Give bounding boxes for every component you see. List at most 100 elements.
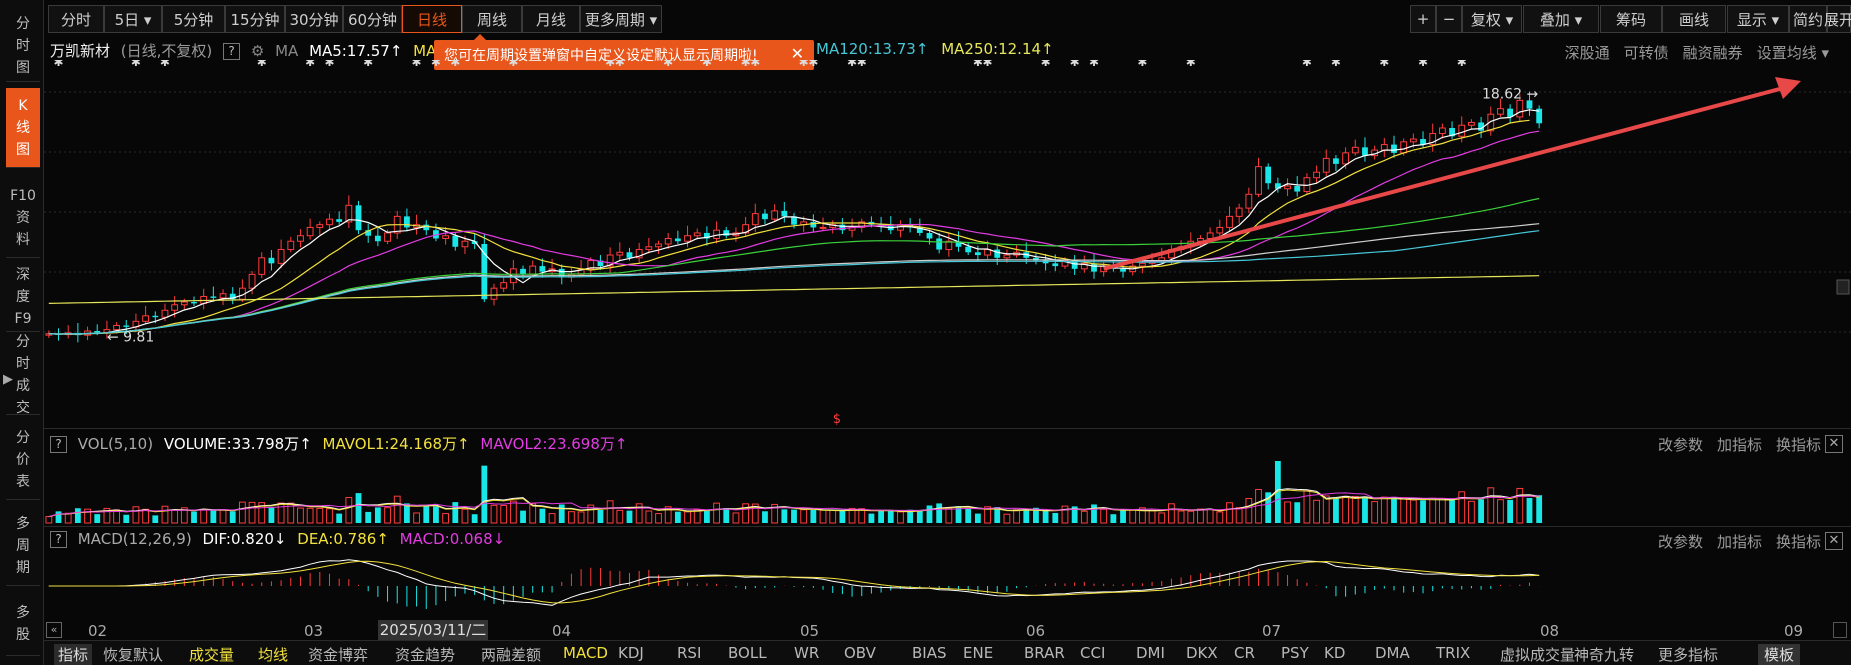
help-icon[interactable]: ?	[50, 531, 67, 548]
help-icon[interactable]: ?	[50, 436, 67, 453]
gear-icon[interactable]: ⚙	[251, 42, 264, 60]
indicator-tab[interactable]: 成交量	[189, 644, 234, 665]
period-button[interactable]: 15分钟	[225, 5, 285, 33]
indicator-tab[interactable]: BOLL	[728, 644, 767, 662]
indicator-tab[interactable]: 模板	[1758, 644, 1801, 665]
indicator-tab[interactable]: KDJ	[618, 644, 644, 662]
indicator-tab[interactable]: OBV	[844, 644, 876, 662]
indicator-tab[interactable]: 两融差额	[481, 644, 541, 665]
close-icon[interactable]: ✕	[1825, 435, 1843, 453]
price-chart[interactable]: ← 9.8118.62 →$✱ ✱ ✱ ✱ ✱ ✱ ✱ ✱ ✱ ✱ ✱ ✱ ✱ ✱ ✱ ✱ ✱ ✱ ✱ ✱ ✱ ✱ ✱ ✱ ✱ ✱…	[44, 60, 1851, 430]
volume-bar	[500, 504, 508, 524]
volume-bar	[238, 501, 246, 524]
left-nav-item[interactable]: 多周期	[6, 506, 40, 586]
period-button[interactable]: 月线	[522, 5, 580, 33]
volume-bar	[945, 507, 953, 524]
help-icon[interactable]: ?	[223, 43, 241, 60]
indicator-tab[interactable]: DKX	[1186, 644, 1218, 662]
left-nav-item[interactable]: 深度 F9	[6, 262, 40, 332]
volume-bar	[490, 504, 498, 524]
tool-button[interactable]: 叠加 ▾	[1523, 5, 1599, 33]
volume-bar	[791, 509, 797, 523]
edit-params-link[interactable]: 改参数	[1658, 533, 1703, 551]
left-nav-item[interactable]: F10 资料	[6, 178, 40, 258]
x-axis-label: 02	[88, 622, 108, 640]
dea-value: DEA:0.786	[297, 530, 377, 548]
left-nav: 分时图 K 线图 F10 资料深度 F9 分时成交分价表多周期多股	[0, 0, 44, 665]
indicator-tab[interactable]: WR	[794, 644, 819, 662]
collapse-arrow-icon[interactable]: ▶	[3, 372, 13, 387]
indicator-tab[interactable]: 资金趋势	[395, 644, 455, 665]
event-marker: $	[833, 412, 841, 427]
candle-body	[123, 325, 130, 327]
volume-bar	[1052, 512, 1059, 523]
event-star-icon: ✱	[1041, 60, 1051, 69]
tool-button[interactable]: 简约	[1789, 5, 1827, 33]
tool-button[interactable]: 显示 ▾	[1727, 5, 1789, 33]
event-star-icon: ✱	[1418, 60, 1428, 69]
candle-body	[1497, 108, 1504, 115]
left-nav-item[interactable]: 多股	[6, 592, 40, 656]
candle-body	[306, 226, 314, 237]
switch-indicator-link[interactable]: 换指标	[1776, 436, 1821, 454]
indicator-tab[interactable]: CR	[1234, 644, 1255, 662]
event-star-icon: ✱	[750, 60, 760, 69]
tool-button[interactable]: +	[1410, 5, 1436, 33]
period-button[interactable]: 更多周期 ▾	[580, 5, 662, 33]
volume-bar	[1110, 514, 1117, 523]
edit-params-link[interactable]: 改参数	[1658, 436, 1703, 454]
candle-body	[180, 301, 188, 306]
indicator-tab[interactable]: 神奇九转	[1574, 644, 1634, 665]
indicator-tab[interactable]: 虚拟成交量	[1500, 644, 1575, 665]
volume-bar	[577, 511, 585, 524]
left-nav-item[interactable]: 分时图	[6, 10, 40, 82]
tool-button[interactable]: 画线	[1662, 5, 1726, 33]
indicator-tab[interactable]: 资金博弈	[308, 644, 368, 665]
indicator-tab[interactable]: DMA	[1375, 644, 1410, 662]
indicator-tab[interactable]: 均线	[258, 644, 288, 665]
tool-button[interactable]: 筹码	[1600, 5, 1662, 33]
volume-bar	[645, 510, 653, 524]
indicator-tab[interactable]: 指标	[54, 644, 93, 665]
period-button[interactable]: 30分钟	[285, 5, 343, 33]
switch-indicator-link[interactable]: 换指标	[1776, 533, 1821, 551]
indicator-tab[interactable]: PSY	[1281, 644, 1309, 662]
volume-bar	[1536, 495, 1543, 523]
left-nav-item[interactable]: K线图	[6, 88, 40, 168]
volume-bar	[1023, 509, 1030, 523]
period-button[interactable]: 分时	[48, 5, 104, 33]
indicator-tab[interactable]: RSI	[677, 644, 701, 662]
period-button[interactable]: 60分钟	[343, 5, 402, 33]
indicator-tab[interactable]: BRAR	[1024, 644, 1065, 662]
left-nav-item[interactable]: 分价表	[6, 420, 40, 500]
indicator-tab[interactable]: MACD	[563, 644, 608, 662]
tool-button[interactable]: 展开	[1824, 5, 1851, 33]
indicator-tab[interactable]: CCI	[1080, 644, 1105, 662]
indicator-tab[interactable]: 恢复默认	[103, 644, 163, 665]
scrollbar-handle[interactable]	[1833, 622, 1847, 638]
add-indicator-link[interactable]: 加指标	[1717, 533, 1762, 551]
stock-name[interactable]: 万凯新材	[50, 42, 110, 60]
indicator-tab[interactable]: BIAS	[912, 644, 947, 662]
event-star-icon: ✱	[973, 60, 983, 69]
period-button[interactable]: 周线	[462, 5, 522, 33]
volume-bar	[171, 509, 179, 524]
indicator-tab[interactable]: KD	[1324, 644, 1345, 662]
indicator-tab[interactable]: DMI	[1136, 644, 1165, 662]
candle-body	[1468, 121, 1475, 126]
add-indicator-link[interactable]: 加指标	[1717, 436, 1762, 454]
period-button[interactable]: 5日 ▾	[104, 5, 162, 33]
indicator-tab[interactable]: 更多指标	[1658, 644, 1718, 665]
close-icon[interactable]: ✕	[1825, 532, 1843, 550]
period-button[interactable]: 日线	[402, 5, 462, 33]
volume-bar	[1313, 499, 1320, 524]
ma-label: MA	[275, 42, 299, 60]
tool-button[interactable]: −	[1436, 5, 1462, 33]
indicator-tab[interactable]: TRIX	[1436, 644, 1470, 662]
period-button[interactable]: 5分钟	[162, 5, 225, 33]
volume-bar	[277, 502, 285, 524]
scroll-left-icon[interactable]: «	[46, 622, 62, 638]
indicator-tab[interactable]: ENE	[963, 644, 993, 662]
x-axis-label: 05	[800, 622, 820, 640]
tool-button[interactable]: 复权 ▾	[1462, 5, 1522, 33]
